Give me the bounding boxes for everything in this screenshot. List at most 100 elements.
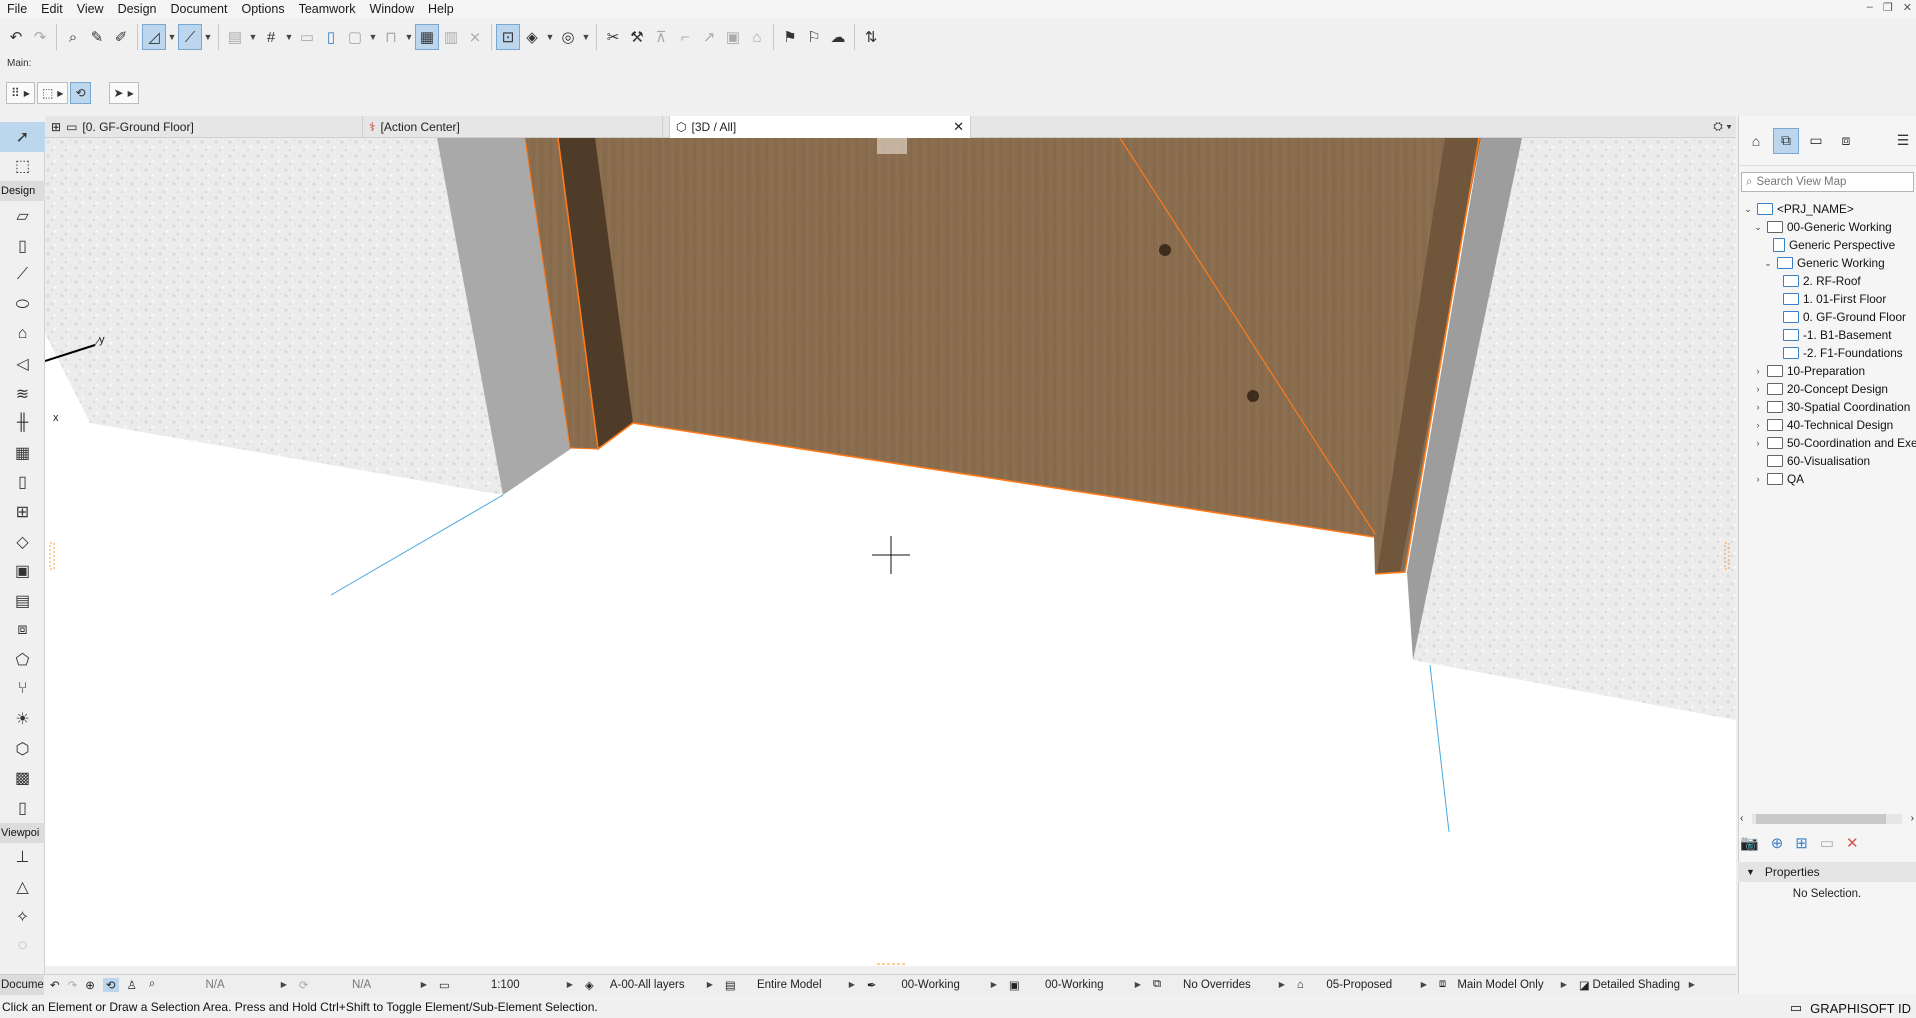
toolbox-viewpoint-header[interactable]: Viewpoi: [0, 822, 45, 843]
menu-teamwork[interactable]: Teamwork: [292, 0, 363, 18]
frame-tool-icon[interactable]: ▯: [0, 793, 45, 823]
grid-snap-icon[interactable]: #: [259, 24, 283, 50]
graphisoft-id-button[interactable]: GRAPHISOFT ID: [1810, 1001, 1911, 1016]
menu-file[interactable]: File: [0, 0, 34, 18]
arrow-tool-button[interactable]: ➤ ▶: [108, 82, 139, 104]
layer-combination-icon[interactable]: ▤: [223, 24, 247, 50]
menu-window[interactable]: Window: [363, 0, 421, 18]
curtain-wall-tool-icon[interactable]: ▦: [0, 438, 45, 468]
lock-icon[interactable]: ⊓: [379, 24, 403, 50]
menu-options[interactable]: Options: [234, 0, 291, 18]
save-view-icon[interactable]: 📷: [1740, 834, 1759, 852]
adjust-icon[interactable]: ⚒: [625, 24, 649, 50]
door-tool-icon[interactable]: ▯: [0, 468, 45, 498]
shell-tool-icon[interactable]: ◁: [0, 349, 45, 379]
trace-icon[interactable]: ▥: [439, 24, 463, 50]
overrides-field[interactable]: ⧉ No Overrides ▶: [1147, 975, 1291, 995]
suspend-groups-icon[interactable]: ▦: [415, 24, 439, 50]
undo-view-icon[interactable]: ↶: [50, 978, 60, 992]
renovation-field[interactable]: ⌂ 05-Proposed ▶: [1291, 975, 1433, 995]
settings-icon[interactable]: ▭: [1820, 834, 1834, 852]
orbit-toggle-icon[interactable]: ⟲: [102, 977, 119, 992]
column-tool-icon[interactable]: ▯: [0, 231, 45, 261]
object-tool-icon[interactable]: ⑂: [0, 675, 45, 705]
toolbox-design-header[interactable]: Design: [0, 181, 45, 202]
chevron-right-icon[interactable]: ›: [1753, 402, 1763, 412]
navigator-menu-icon[interactable]: ☰: [1890, 128, 1916, 154]
slab-tool-icon[interactable]: ⬭: [0, 290, 45, 320]
chevron-right-icon[interactable]: ›: [1753, 366, 1763, 376]
menu-help[interactable]: Help: [421, 0, 461, 18]
element-selection-button[interactable]: ⠿ ▶: [6, 82, 35, 104]
chevron-down-icon[interactable]: ▼: [367, 24, 379, 50]
minimize-icon[interactable]: –: [1867, 1, 1873, 14]
layout-book-icon[interactable]: ▭: [1803, 128, 1829, 154]
chevron-down-icon[interactable]: ▼: [283, 24, 295, 50]
inject-parameters-icon[interactable]: ✐: [109, 24, 133, 50]
chevron-down-icon[interactable]: ▼: [247, 24, 259, 50]
skylight-tool-icon[interactable]: ◇: [0, 527, 45, 557]
properties-header[interactable]: ▼ Properties: [1738, 862, 1916, 882]
tab-ground-floor[interactable]: ⊞ ▭ [0. GF-Ground Floor]: [45, 116, 363, 138]
pen-set-field[interactable]: ✒ 00-Working ▶: [861, 975, 1003, 995]
section-box-icon[interactable]: ▢: [343, 24, 367, 50]
window-tool-icon[interactable]: ⊞: [0, 497, 45, 527]
navigator-horizontal-scrollbar[interactable]: ‹ ›: [1738, 810, 1916, 826]
chevron-down-icon[interactable]: ⌄: [1763, 258, 1773, 269]
chevron-right-icon[interactable]: ›: [1753, 420, 1763, 430]
opening-tool-icon[interactable]: ▣: [0, 556, 45, 586]
shading-field[interactable]: ◪ Detailed Shading ▶: [1573, 975, 1701, 995]
3d-viewport[interactable]: y x: [45, 138, 1736, 966]
structure-field[interactable]: ⧈ Main Model Only ▶: [1433, 975, 1573, 995]
section-tool-icon[interactable]: △: [0, 872, 45, 902]
x-ray-icon[interactable]: ⨯: [463, 24, 487, 50]
equipment-tool-icon[interactable]: ⬡: [0, 734, 45, 764]
project-map-icon[interactable]: ⌂: [1743, 128, 1769, 154]
arrow-tool-icon[interactable]: ➚: [0, 122, 45, 152]
layer-combination-field[interactable]: ◈ A-00-All layers ▶: [579, 975, 719, 995]
model-view-field[interactable]: ▣ 00-Working ▶: [1003, 975, 1147, 995]
publisher-icon[interactable]: ⧈: [1833, 128, 1859, 154]
panel-tool-icon[interactable]: ▩: [0, 763, 45, 793]
find-select-icon[interactable]: ⌕: [61, 24, 85, 50]
rotation-field[interactable]: ⟳ N/A ▶: [293, 975, 433, 995]
zone-tool-icon[interactable]: ▤: [0, 586, 45, 616]
marquee-tool-icon[interactable]: ⬚: [0, 152, 45, 182]
orbit-button[interactable]: ⟲: [70, 82, 91, 104]
navigation-icon[interactable]: ◎: [556, 24, 580, 50]
pointer-tool-icon[interactable]: ▯: [319, 24, 343, 50]
scroll-left-icon[interactable]: ‹: [1740, 813, 1743, 824]
stair-tool-icon[interactable]: ≋: [0, 379, 45, 409]
tab-list-icon[interactable]: ⛭ ▾: [1713, 119, 1732, 134]
split-icon[interactable]: ▣: [721, 24, 745, 50]
chevron-down-icon[interactable]: ▼: [166, 24, 178, 50]
scale-field[interactable]: ▭ 1:100 ▶: [433, 975, 579, 995]
redo-view-icon[interactable]: ↷: [68, 978, 78, 992]
guide-lines-icon[interactable]: ◿: [142, 24, 166, 50]
chevron-right-icon[interactable]: ›: [1753, 474, 1763, 484]
redo-icon[interactable]: ↷: [28, 24, 52, 50]
toolbox-document-header[interactable]: Docume: [0, 974, 44, 995]
chevron-down-icon[interactable]: ▼: [403, 24, 415, 50]
beam-tool-icon[interactable]: ⟋: [0, 260, 45, 290]
tab-overview-icon[interactable]: ⊞: [51, 120, 61, 134]
new-view-icon[interactable]: ⊕: [1771, 834, 1784, 852]
delete-icon[interactable]: ✕: [1846, 834, 1859, 852]
new-folder-icon[interactable]: ⊞: [1795, 834, 1808, 852]
mesh-tool-icon[interactable]: ⧈: [0, 616, 45, 646]
chevron-down-icon[interactable]: ⌄: [1753, 222, 1763, 233]
walk-icon[interactable]: ♙: [127, 978, 137, 992]
chevron-down-icon[interactable]: ▼: [202, 24, 214, 50]
close-window-icon[interactable]: ✕: [1903, 1, 1912, 14]
tab-action-center[interactable]: ⚕ [Action Center]: [363, 116, 663, 138]
zoom-in-icon[interactable]: ⊕: [85, 978, 95, 992]
railing-tool-icon[interactable]: ╫: [0, 408, 45, 438]
bimcloud-icon[interactable]: ☁: [826, 24, 850, 50]
undo-icon[interactable]: ↶: [4, 24, 28, 50]
chevron-down-icon[interactable]: ⌄: [1743, 204, 1753, 215]
flag-icon[interactable]: ⚑: [778, 24, 802, 50]
3d-cutting-planes-icon[interactable]: ⊡: [496, 24, 520, 50]
restore-icon[interactable]: ❐: [1883, 1, 1893, 14]
scissors-icon[interactable]: ✂: [601, 24, 625, 50]
camera-tool-icon[interactable]: ✧: [0, 902, 45, 932]
